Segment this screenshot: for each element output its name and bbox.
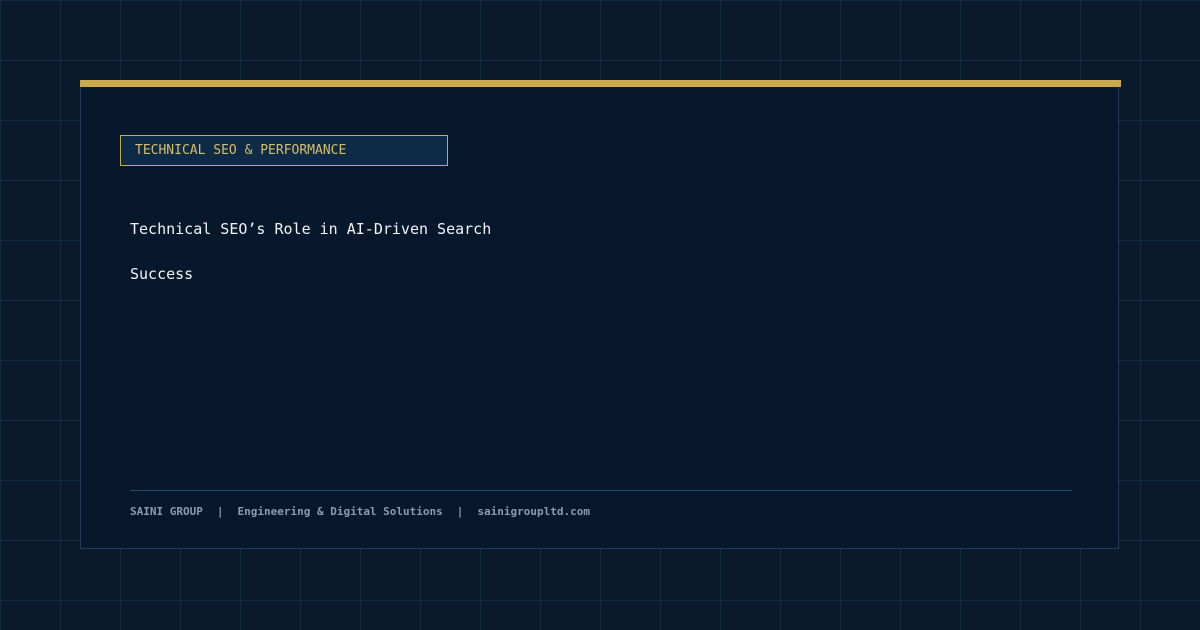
accent-top-bar	[80, 80, 1121, 87]
article-title-line-1: Technical SEO’s Role in AI-Driven Search	[130, 220, 492, 238]
footer-separator: |	[456, 505, 464, 518]
footer-website: sainigroupltd.com	[477, 505, 591, 518]
footer-divider	[130, 490, 1072, 491]
category-badge: TECHNICAL SEO & PERFORMANCE	[120, 135, 448, 166]
footer-company: SAINI GROUP	[130, 505, 203, 518]
footer-tagline: Engineering & Digital Solutions	[237, 505, 443, 518]
footer: SAINI GROUP | Engineering & Digital Soluti…	[130, 505, 590, 518]
content-card: TECHNICAL SEO & PERFORMANCE Technical SE…	[80, 80, 1121, 549]
footer-separator: |	[216, 505, 224, 518]
article-title-line-2: Success	[130, 265, 194, 283]
